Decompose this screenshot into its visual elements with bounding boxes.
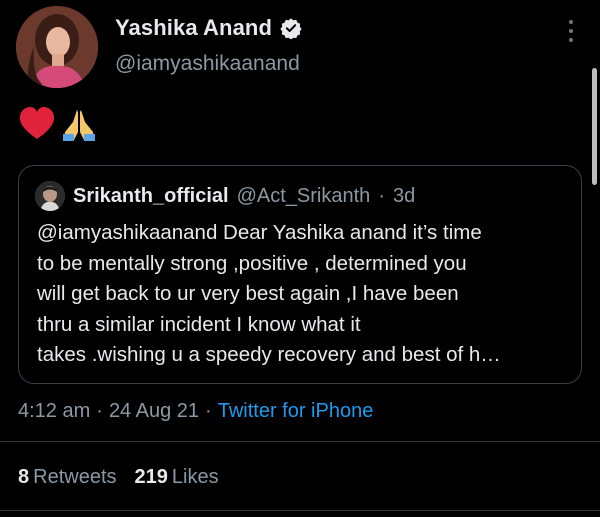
more-options-icon[interactable] [565, 20, 577, 42]
meta-separator: · [96, 400, 103, 422]
quoted-tweet-line: takes .wishing u a speedy recovery and b… [37, 343, 501, 366]
author-display-name[interactable]: Yashika Anand [115, 15, 272, 41]
quoted-tweet-card[interactable]: Srikanth_official @Act_Srikanth · 3d @ia… [18, 165, 582, 384]
tweet-stats: 8 Retweets 219 Likes [18, 466, 219, 489]
tweet-date[interactable]: 24 Aug 21 [109, 400, 199, 423]
quoted-tweet-line: will get back to ur very best again ,I h… [37, 282, 459, 305]
quoted-author-handle: @Act_Srikanth [236, 184, 371, 207]
quoted-tweet-line: to be mentally strong ,positive , determ… [37, 251, 467, 275]
scrollbar[interactable] [592, 68, 597, 185]
quoted-author-avatar [35, 181, 65, 211]
tweet-detail-view: Yashika Anand @iamyashikaanand Srikanth_… [0, 0, 600, 517]
divider [0, 441, 600, 442]
likes-count: 219 [134, 466, 168, 488]
folded-hands-icon [60, 106, 98, 142]
author-avatar[interactable] [16, 6, 98, 88]
quoted-tweet-text: @iamyashikaanand Dear Yashika anand it’s… [37, 218, 577, 371]
red-heart-icon [18, 106, 56, 142]
verified-badge-icon [280, 17, 302, 40]
quoted-author-display-name: Srikanth_official [73, 184, 229, 207]
tweet-source-link[interactable]: Twitter for iPhone [218, 400, 374, 423]
quoted-tweet-header: Srikanth_official @Act_Srikanth · 3d [35, 181, 415, 211]
divider [0, 510, 600, 511]
tweet-text [18, 106, 98, 142]
retweets-label: Retweets [33, 466, 117, 488]
tweet-meta-row: 4:12 am · 24 Aug 21 · Twitter for iPhone [18, 400, 373, 423]
retweets-stat[interactable]: 8 Retweets [18, 466, 117, 489]
meta-separator: · [205, 400, 212, 422]
likes-label: Likes [171, 466, 219, 488]
quoted-tweet-line: thru a similar incident I know what it [37, 312, 361, 336]
tweet-time[interactable]: 4:12 am [18, 400, 90, 423]
retweets-count: 8 [18, 466, 30, 488]
quoted-tweet-line: @iamyashikaanand Dear Yashika anand it’s… [37, 221, 482, 244]
likes-stat[interactable]: 219 Likes [135, 466, 219, 489]
author-handle[interactable]: @iamyashikaanand [115, 52, 300, 76]
author-name-row: Yashika Anand [115, 15, 302, 41]
quoted-tweet-separator: · [378, 184, 385, 207]
quoted-tweet-age: 3d [392, 184, 416, 207]
